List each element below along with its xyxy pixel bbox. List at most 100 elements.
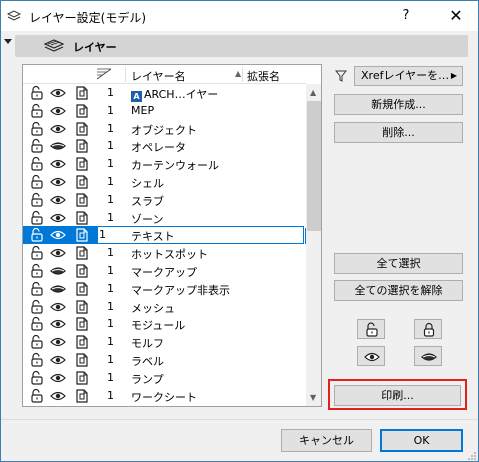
wireframe-icon[interactable] [74,174,90,190]
wireframe-icon[interactable] [74,352,90,368]
layer-name[interactable]: ゾーン [131,211,163,227]
select-all-button[interactable]: 全て選択 [334,253,463,274]
layer-row[interactable]: 1 オペレータ [23,137,306,155]
wireframe-icon[interactable] [74,227,90,243]
delete-layer-button[interactable]: 削除... [334,122,463,143]
wireframe-icon[interactable] [74,121,90,137]
unlocked-icon[interactable] [29,245,45,261]
layer-name[interactable]: ワークシート [131,389,197,405]
layer-name[interactable]: マークアップ [131,264,197,280]
pen-number[interactable]: 1 [107,175,114,188]
layer-row[interactable]: 1 ラベル [23,351,306,369]
unlocked-icon[interactable] [29,281,45,297]
unlocked-icon[interactable] [29,156,45,172]
print-button[interactable]: 印刷... [334,385,461,406]
wireframe-icon[interactable] [74,316,90,332]
wireframe-icon[interactable] [74,85,90,101]
header-layer-name[interactable]: レイヤー名 [131,68,186,84]
ok-button[interactable]: OK [380,429,463,452]
eye-icon[interactable] [50,370,66,386]
wireframe-icon[interactable] [74,192,90,208]
unlocked-icon[interactable] [29,192,45,208]
unlocked-icon[interactable] [29,210,45,226]
layer-row[interactable]: 1 カーテンウォール [23,155,306,173]
layer-name[interactable]: オペレータ [131,139,186,155]
wireframe-icon[interactable] [74,138,90,154]
layer-row[interactable]: 1 モジュール [23,315,306,333]
pen-number[interactable]: 1 [107,193,114,206]
pen-number[interactable]: 1 [107,86,114,99]
eye-icon[interactable] [50,352,66,368]
layer-row[interactable]: 1 A ARCH…イヤー [23,84,306,102]
layer-name[interactable]: ランプ [131,371,164,387]
unlocked-icon[interactable] [29,174,45,190]
layer-row[interactable]: 1 シェル [23,173,306,191]
layer-row[interactable]: 1 ホットスポット [23,244,306,262]
layer-row[interactable]: 1 オブジェクト [23,120,306,138]
layer-name[interactable]: ラベル [131,353,164,369]
vertical-scrollbar[interactable]: ▲ ▼ [306,84,321,406]
pen-number[interactable]: 1 [107,389,114,402]
wireframe-icon[interactable] [74,103,90,119]
layer-name[interactable]: オブジェクト [131,122,197,138]
wireframe-icon[interactable] [74,388,90,404]
section-header[interactable]: レイヤー [15,35,468,57]
layer-row[interactable]: 1 マークアップ [23,262,306,280]
eye-icon[interactable] [50,85,66,101]
layer-name[interactable]: モジュール [131,317,185,333]
layer-name[interactable]: スラブ [131,193,164,209]
pen-number[interactable]: 1 [99,228,106,241]
layer-name[interactable]: モルフ [131,335,164,351]
pen-number[interactable]: 1 [107,211,114,224]
wireframe-icon[interactable] [74,281,90,297]
hidden-eye-icon[interactable] [50,138,66,154]
layer-row[interactable]: 1 MEP [23,102,306,120]
xref-filter-dropdown[interactable]: Xrefレイヤーを… ▶ [354,66,463,86]
resize-grip-icon[interactable] [467,451,477,461]
layer-row[interactable]: 1 ワークシート [23,387,306,405]
lock-button[interactable] [414,319,442,339]
unlocked-icon[interactable] [29,85,45,101]
wireframe-icon[interactable] [74,210,90,226]
deselect-all-button[interactable]: 全ての選択を解除 [334,280,463,301]
unlocked-icon[interactable] [29,121,45,137]
layer-name[interactable]: テキスト [131,228,175,244]
wireframe-icon[interactable] [74,370,90,386]
eye-icon[interactable] [50,156,66,172]
header-extension[interactable]: 拡張名 [247,68,280,84]
unlocked-icon[interactable] [29,334,45,350]
pen-number[interactable]: 1 [107,264,114,277]
eye-icon[interactable] [50,245,66,261]
hidden-eye-icon[interactable] [50,263,66,279]
unlocked-icon[interactable] [29,388,45,404]
hidden-eye-icon[interactable] [50,281,66,297]
layer-row[interactable]: 1 ゾーン [23,209,306,227]
scroll-up-icon[interactable]: ▲ [310,88,316,97]
unlocked-icon[interactable] [29,352,45,368]
layer-row[interactable]: 1 ランプ [23,369,306,387]
eye-icon[interactable] [50,299,66,315]
pen-number[interactable]: 1 [107,157,114,170]
wireframe-icon[interactable] [74,156,90,172]
eye-icon[interactable] [50,316,66,332]
unlocked-icon[interactable] [29,227,45,243]
layer-name[interactable]: MEP [131,104,154,117]
pen-number[interactable]: 1 [107,139,114,152]
layer-row[interactable]: 1 メッシュ [23,298,306,316]
hide-button[interactable] [414,346,442,366]
layer-row[interactable]: 1 モルフ [23,333,306,351]
eye-icon[interactable] [50,121,66,137]
wireframe-icon[interactable] [74,334,90,350]
pen-number[interactable]: 1 [107,317,114,330]
pen-number[interactable]: 1 [107,246,114,259]
unlocked-icon[interactable] [29,138,45,154]
eye-icon[interactable] [50,192,66,208]
eye-icon[interactable] [50,174,66,190]
new-layer-button[interactable]: 新規作成... [334,94,463,115]
layer-name[interactable]: ホットスポット [131,246,208,262]
cancel-button[interactable]: キャンセル [281,429,372,452]
scroll-thumb[interactable] [307,101,321,231]
eye-icon[interactable] [50,103,66,119]
wireframe-icon[interactable] [74,299,90,315]
unlocked-icon[interactable] [29,103,45,119]
